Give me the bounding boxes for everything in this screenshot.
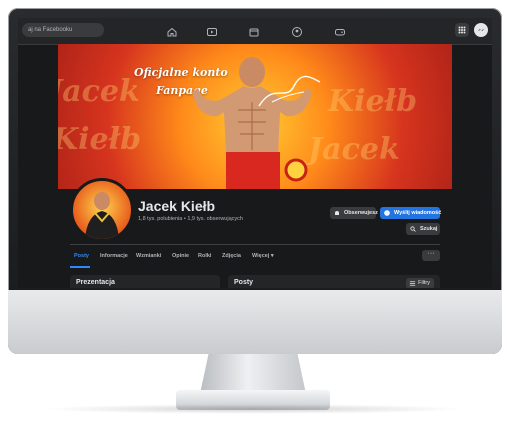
avatar-portrait [85, 192, 119, 239]
follow-icon [335, 211, 339, 215]
groups-icon[interactable] [291, 25, 303, 37]
cover-background-word: Jacek [308, 132, 400, 167]
posts-panel: Posty Filtry [228, 275, 440, 288]
monitor-chin [8, 290, 502, 354]
active-tab-indicator [70, 266, 90, 268]
messenger-icon[interactable] [474, 23, 488, 37]
tab-about[interactable]: Informacje [100, 246, 128, 266]
more-options-button[interactable]: ··· [422, 250, 440, 261]
follow-button[interactable]: Obserwujesz [330, 207, 378, 219]
page-search-label: Szukaj [420, 226, 438, 232]
tab-reels[interactable]: Rolki [198, 246, 211, 266]
send-message-label: Wyślij wiadomość [394, 210, 442, 216]
search-icon [410, 226, 416, 232]
header-divider [70, 244, 440, 245]
filters-label: Filtry [418, 280, 430, 286]
follow-button-label: Obserwujesz [344, 210, 378, 216]
search-input[interactable]: aj na Facebooku [22, 23, 104, 37]
send-message-button[interactable]: Wyślij wiadomość [380, 207, 442, 219]
screen: aj na Facebooku Jacek Kiełb Kiełb Jacek … [18, 18, 492, 288]
cover-background-word: Kiełb [58, 122, 142, 157]
tab-photos[interactable]: Zdjęcia [222, 246, 241, 266]
cover-background-word: Jacek [58, 74, 140, 109]
messenger-icon [384, 210, 390, 216]
signature-icon [258, 75, 321, 107]
filters-button[interactable]: Filtry [406, 278, 434, 288]
page-stats[interactable]: 1,8 tys. polubienia • 1,9 tys. obserwują… [138, 216, 243, 222]
menu-grid-icon[interactable] [455, 23, 469, 37]
tab-reviews[interactable]: Opinie [172, 246, 189, 266]
watch-icon[interactable] [206, 25, 218, 37]
page-name: Jacek Kiełb [138, 198, 216, 214]
tab-posts[interactable]: Posty [74, 246, 89, 266]
tab-more[interactable]: Więcej ▾ [252, 246, 274, 266]
profile-avatar[interactable] [70, 178, 134, 242]
page-search-button[interactable]: Szukaj [406, 223, 440, 235]
cover-photo[interactable]: Jacek Kiełb Kiełb Jacek Oficjalne konto … [58, 44, 452, 189]
home-icon[interactable] [166, 25, 178, 37]
cover-background-word: Kiełb [328, 84, 418, 119]
monitor-stand [200, 354, 306, 394]
athlete-figure [192, 57, 312, 189]
marketplace-icon[interactable] [248, 25, 260, 37]
tab-mentions[interactable]: Wzmianki [136, 246, 161, 266]
top-navigation-bar: aj na Facebooku [18, 18, 492, 45]
posts-title: Posty [234, 279, 254, 286]
intro-title: Prezentacja [76, 279, 115, 286]
gaming-icon[interactable] [334, 25, 346, 37]
filter-icon [409, 281, 416, 286]
intro-panel: Prezentacja [70, 275, 220, 288]
monitor-shadow [40, 404, 467, 414]
